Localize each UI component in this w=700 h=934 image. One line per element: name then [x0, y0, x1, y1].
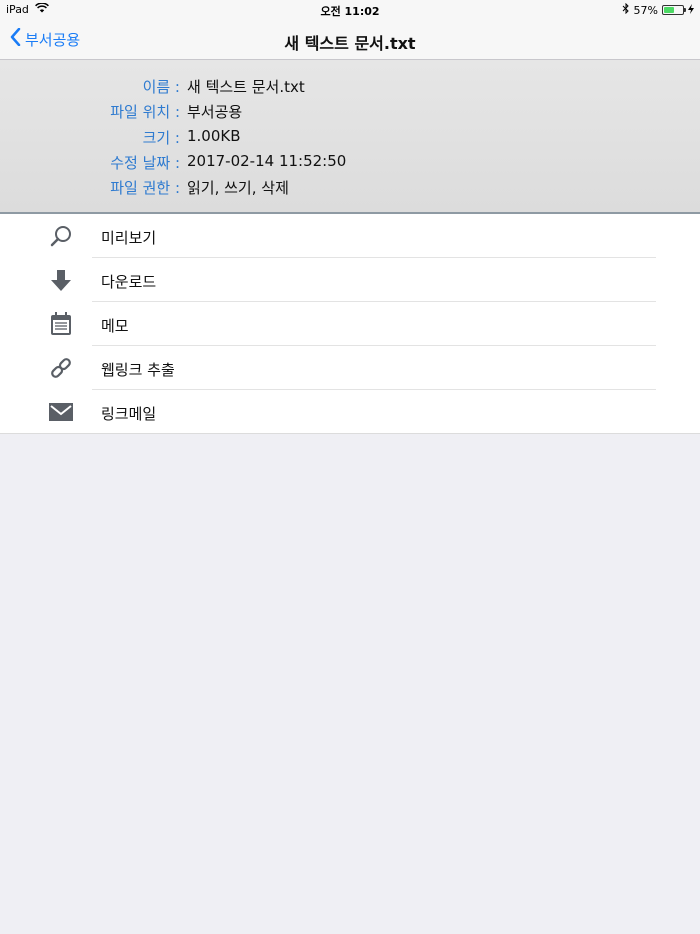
info-row-permissions: 파일 권한 : 읽기, 쓰기, 삭제 — [0, 177, 700, 202]
menu-item-label: 링크메일 — [101, 405, 157, 423]
info-label: 파일 권한 : — [110, 179, 180, 197]
status-right: 57% — [622, 2, 694, 17]
link-icon — [48, 356, 74, 380]
info-row-modified: 수정 날짜 : 2017-02-14 11:52:50 — [0, 152, 700, 177]
download-arrow-icon — [48, 268, 74, 292]
menu-item-linkmail[interactable]: 링크메일 — [0, 390, 700, 434]
menu-item-label: 다운로드 — [101, 273, 157, 291]
status-bar: iPad 오전 11:02 57% — [0, 0, 700, 20]
menu-item-memo[interactable]: 메모 — [0, 302, 700, 346]
info-label: 수정 날짜 : — [110, 154, 180, 172]
action-menu: 미리보기 다운로드 메모 웹링크 추출 링크메일 — [0, 214, 700, 434]
envelope-icon — [48, 400, 74, 424]
bluetooth-icon — [622, 2, 630, 17]
info-row-location: 파일 위치 : 부서공용 — [0, 101, 700, 126]
info-row-name: 이름 : 새 텍스트 문서.txt — [0, 76, 700, 101]
info-value: 2017-02-14 11:52:50 — [187, 152, 347, 170]
page-title: 새 텍스트 문서.txt — [284, 34, 416, 53]
menu-item-label: 메모 — [101, 317, 129, 335]
info-value: 1.00KB — [187, 127, 241, 145]
search-icon — [48, 224, 74, 248]
info-value: 읽기, 쓰기, 삭제 — [187, 179, 289, 197]
menu-item-download[interactable]: 다운로드 — [0, 258, 700, 302]
info-value: 부서공용 — [187, 103, 243, 121]
info-label: 크기 : — [142, 129, 180, 147]
info-value: 새 텍스트 문서.txt — [187, 78, 305, 96]
info-label: 파일 위치 : — [110, 103, 180, 121]
file-info-panel: 이름 : 새 텍스트 문서.txt 파일 위치 : 부서공용 크기 : 1.00… — [0, 60, 700, 214]
info-row-size: 크기 : 1.00KB — [0, 127, 700, 152]
menu-item-label: 웹링크 추출 — [101, 361, 175, 379]
menu-item-weblink[interactable]: 웹링크 추출 — [0, 346, 700, 390]
battery-icon — [662, 5, 686, 15]
info-label: 이름 : — [142, 78, 180, 96]
menu-item-preview[interactable]: 미리보기 — [0, 214, 700, 258]
notepad-icon — [48, 312, 74, 336]
battery-fill — [664, 7, 675, 13]
battery-percent: 57% — [633, 3, 658, 17]
charging-icon — [688, 3, 694, 17]
navigation-bar: 부서공용 새 텍스트 문서.txt — [0, 20, 700, 60]
status-time: 오전 11:02 — [320, 5, 380, 18]
menu-item-label: 미리보기 — [101, 229, 157, 247]
